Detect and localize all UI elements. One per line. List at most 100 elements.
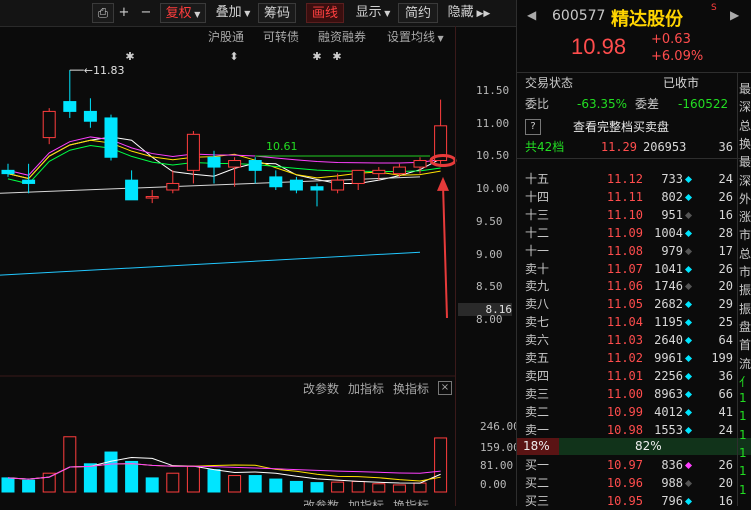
side-tab-char[interactable]: 亻 [739,373,751,390]
quote-panel: ◀ 600577 精达股份 S ▶ 10.98 +0.63 +6.09% 交易状… [517,0,751,508]
side-tab-char[interactable]: 外 [739,190,751,207]
vol2-params-button[interactable]: 改参数 [303,497,339,506]
side-tab-char[interactable]: 振 [739,300,751,317]
side-tab-char[interactable]: 最 [739,80,751,97]
order-flag-icon [684,301,693,309]
vol2-add-indicator-button[interactable]: 加指标 [348,497,384,506]
candle-body [248,160,262,171]
side-tab-char[interactable]: 最 [739,153,751,170]
vol2-switch-indicator-button[interactable]: 换指标 [393,497,429,506]
ask-row[interactable]: 卖三 11.00 8963 66 [517,385,751,403]
candle-body [207,156,221,168]
candlestick-series [1,70,448,207]
bid-row[interactable]: 买二 10.96 988 20 [517,474,751,492]
side-tab-char[interactable]: 总 [739,117,751,134]
side-tab-char[interactable]: 1 [739,428,747,442]
level-volume: 1195 [654,315,683,330]
order-flag-icon [684,175,693,184]
price-axis: 11.50 11.00 10.50 10.00 9.50 9.00 8.50 8.16 8.00… [455,26,520,506]
level-price: 11.12 [606,172,643,186]
level-label: 买二 [525,475,550,490]
volume-bar [22,479,36,493]
ask-row[interactable]: 卖四 11.01 2256 36 [517,367,751,385]
side-tab-char[interactable]: 深 [739,98,751,115]
side-tab-char[interactable]: 1 [739,409,747,423]
ask-row[interactable]: 十二 11.09 1004 28 [517,224,751,242]
side-tab-char[interactable]: 首 [739,336,751,353]
help-icon[interactable]: ? [525,119,541,135]
draw-line-button[interactable]: 画线 [306,3,344,23]
side-tab-char[interactable]: 盘 [739,318,751,335]
ask-row[interactable]: 卖六 11.03 2640 64 [517,331,751,349]
bid-row[interactable]: 买一 10.97 836 26 [517,456,751,474]
ask-row[interactable]: 卖七 11.04 1195 25 [517,313,751,331]
ask-row[interactable]: 卖一 10.98 1553 24 [517,421,751,439]
chips-button[interactable]: 筹码 [258,3,296,23]
next-stock-icon[interactable]: ▶ [730,8,739,22]
level-label: 卖十 [525,261,550,276]
candle-body [228,160,242,168]
level-volume: 802 [661,189,683,204]
volume-bar [186,465,200,493]
ask-row[interactable]: 卖八 11.05 2682 29 [517,295,751,313]
side-tab-char[interactable]: 市 [739,226,751,243]
level-count: 28 [718,225,733,240]
side-tab-char[interactable]: 1 [739,446,747,460]
wb-value: -63.35% [577,97,628,111]
side-tab-char[interactable]: 涨 [739,208,751,225]
kline-chart[interactable]: ✱ ⬍ ✱ ✱ ←11.83 10.61 [0,26,516,506]
lock-button[interactable]: ⎙ [92,3,114,23]
candle-body [145,196,159,199]
side-tab-char[interactable]: 振 [739,281,751,298]
ask-row[interactable]: 十四 11.11 802 26 [517,188,751,206]
last-price: 10.98 [571,34,627,59]
level-count: 16 [718,493,733,508]
level-volume: 951 [661,207,683,222]
bid-row[interactable]: 买三 10.95 796 16 [517,492,751,510]
side-tab-char[interactable]: 1 [739,483,747,497]
level-count: 17 [718,243,733,258]
vol-switch-indicator-button[interactable]: 换指标 [393,380,429,397]
ask-row[interactable]: 十三 11.10 951 16 [517,206,751,224]
volume-bar [269,478,283,493]
level-price: 11.05 [606,297,643,312]
ask-row[interactable]: 卖九 11.06 1746 20 [517,277,751,295]
prev-stock-icon[interactable]: ◀ [527,8,536,22]
vol-tick-label: 159.00 [480,440,520,454]
vol-add-indicator-button[interactable]: 加指标 [348,380,384,397]
overlay-dropdown[interactable]: 叠加 ▼ [210,3,256,23]
vol-tick-label: 81.00 [480,458,514,472]
simple-button[interactable]: 简约 [398,3,438,23]
total-volume: 206953 [643,140,687,154]
volume-bar [166,472,180,493]
side-tab-char[interactable]: 市 [739,263,751,280]
y-tick-label: 11.00 [476,116,510,130]
side-tab-char[interactable]: 1 [739,391,747,405]
ask-row[interactable]: 卖五 11.02 9961 199 [517,349,751,367]
full-book-link[interactable]: 查看完整档买卖盘 [573,118,669,136]
order-flag-icon [684,408,693,416]
side-tab-char[interactable]: 1 [739,464,747,478]
side-tab-char[interactable]: 深 [739,172,751,189]
hide-button[interactable]: 隐藏 ▶▶ [444,3,494,23]
zoom-in-button[interactable]: + [116,3,132,23]
ask-row[interactable]: 十一 11.08 979 17 [517,242,751,260]
wb-label: 委比 [525,97,550,111]
order-flag-icon [684,354,693,363]
close-icon[interactable]: × [438,381,452,395]
zoom-out-button[interactable]: − [138,3,154,23]
candle-body [331,179,345,191]
candle-body [269,176,283,188]
level-count: 199 [711,351,733,365]
display-dropdown[interactable]: 显示 ▼ [350,3,396,23]
side-tab-char[interactable]: 总 [739,245,751,262]
ask-row[interactable]: 卖二 10.99 4012 41 [517,403,751,421]
vol-params-button[interactable]: 改参数 [303,380,339,397]
ask-row[interactable]: 卖十 11.07 1041 26 [517,260,751,278]
level-count: 24 [718,172,733,186]
side-tab-char[interactable]: 流 [739,355,751,372]
ask-row[interactable]: 十五 11.12 733 24 [517,170,751,188]
candle-body [125,179,139,201]
restore-dropdown[interactable]: 复权 ▼ [160,3,206,23]
side-tab-char[interactable]: 换 [739,135,751,152]
